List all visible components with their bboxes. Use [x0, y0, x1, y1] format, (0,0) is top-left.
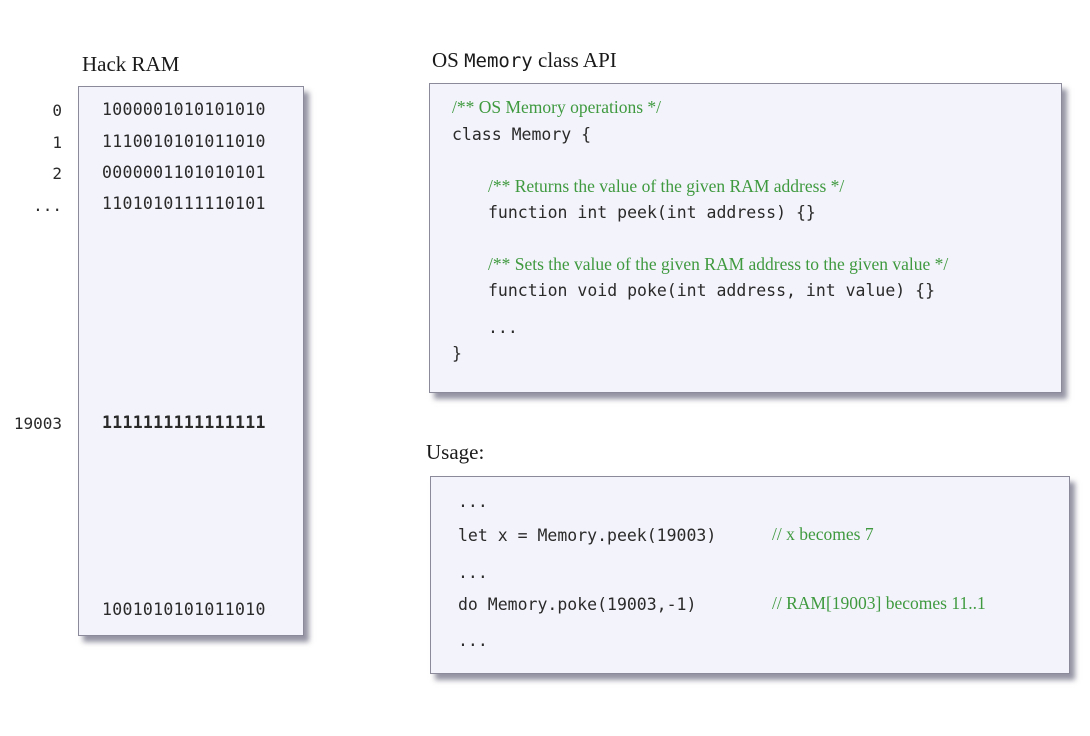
api-close-brace: } [452, 344, 462, 363]
ram-title: Hack RAM [82, 52, 180, 76]
usage-box [430, 476, 1070, 674]
usage-poke-code: do Memory.poke(19003,-1) [458, 595, 697, 614]
ram-word-2: 0000001101010101 [102, 163, 266, 182]
usage-line-1: ... [458, 492, 488, 511]
usage-peek-comment: // x becomes 7 [772, 524, 874, 544]
api-header-comment: /** OS Memory operations */ [452, 97, 662, 117]
api-poke-comment: /** Sets the value of the given RAM addr… [488, 254, 949, 274]
ram-address-1: 1 [52, 133, 62, 152]
ram-word-last: 1001010101011010 [102, 600, 266, 619]
usage-line-3: ... [458, 563, 488, 582]
ram-address-0: 0 [52, 101, 62, 120]
usage-poke-comment: // RAM[19003] becomes 11..1 [772, 593, 986, 613]
ram-word-0: 1000001010101010 [102, 100, 266, 119]
api-poke-signature: function void poke(int address, int valu… [488, 281, 936, 300]
api-peek-signature: function int peek(int address) {} [488, 203, 816, 222]
ram-address-ellipsis: ... [33, 196, 62, 215]
api-peek-comment: /** Returns the value of the given RAM a… [488, 176, 845, 196]
usage-line-5: ... [458, 631, 488, 650]
ram-word-1: 1110010101011010 [102, 132, 266, 151]
api-title-class: Memory [464, 50, 533, 72]
usage-title: Usage: [426, 440, 485, 464]
ram-word-19003: 1111111111111111 [102, 413, 266, 432]
api-title-suffix: class API [532, 48, 617, 72]
api-ellipsis: ... [488, 318, 518, 337]
api-title-prefix: OS [432, 48, 465, 72]
api-class-decl: class Memory { [452, 125, 592, 144]
usage-peek-code: let x = Memory.peek(19003) [458, 526, 717, 545]
api-title: OS Memory class API [432, 48, 617, 73]
ram-word-3: 1101010111110101 [102, 194, 266, 213]
ram-address-2: 2 [52, 164, 62, 183]
ram-address-19003: 19003 [13, 414, 62, 433]
